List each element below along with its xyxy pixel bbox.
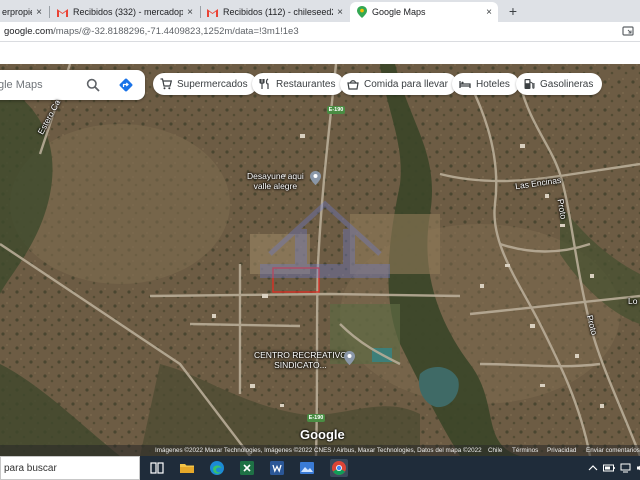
battery-icon[interactable] <box>603 463 615 473</box>
chip-label: Comida para llevar <box>364 78 448 90</box>
tab-label: Recibidos (112) - chileseed2020 <box>223 7 333 17</box>
gmail-icon <box>57 7 68 18</box>
taskbar-search-box[interactable]: para buscar <box>0 456 140 480</box>
photos-icon[interactable] <box>298 459 316 477</box>
address-bar[interactable]: google.com/maps/@-32.8188296,-71.4409823… <box>0 22 640 42</box>
search-icon[interactable] <box>86 78 100 92</box>
edge-icon[interactable] <box>208 459 226 477</box>
map-attribution-bar: Imágenes ©2022 Maxar Technologies, Imáge… <box>0 445 640 456</box>
word-icon[interactable] <box>268 459 286 477</box>
satellite-map[interactable]: gle Maps Supermercados Restaurantes Comi… <box>0 64 640 456</box>
place-pin-icon[interactable] <box>344 351 355 365</box>
chip-gasolineras[interactable]: Gasolineras <box>516 73 603 95</box>
imagery-attribution: Imágenes ©2022 Maxar Technologies, Imáge… <box>155 447 482 454</box>
network-icon[interactable] <box>620 463 631 473</box>
chip-restaurantes[interactable]: Restaurantes <box>252 73 345 95</box>
maps-search-box[interactable]: gle Maps <box>0 70 145 100</box>
country-link[interactable]: Chile <box>488 445 502 456</box>
chevron-up-icon[interactable] <box>588 463 598 473</box>
place-pin-icon[interactable] <box>310 171 321 185</box>
place-label-desayune[interactable]: Desayune aqui valle alegre <box>247 171 304 191</box>
road-shield: E-190 <box>327 106 345 114</box>
tab-label: erpropiec <box>2 7 32 17</box>
tab-gmail-erpropiec[interactable]: erpropiec × <box>0 2 48 22</box>
tab-close-icon[interactable]: × <box>36 7 42 18</box>
google-logo: Google <box>300 427 345 442</box>
chip-label: Hoteles <box>476 78 510 90</box>
volume-mute-icon[interactable] <box>636 463 640 473</box>
bed-icon <box>459 78 471 90</box>
tab-gmail-mercadopropie[interactable]: Recibidos (332) - mercadopropie × <box>51 2 199 22</box>
chrome-icon[interactable] <box>330 459 348 477</box>
tab-close-icon[interactable]: × <box>187 7 193 18</box>
search-input[interactable]: gle Maps <box>0 79 43 91</box>
google-maps-icon <box>356 6 367 18</box>
excel-icon[interactable] <box>238 459 256 477</box>
road-shield: E-190 <box>307 414 325 422</box>
bookmarks-bar <box>0 42 640 64</box>
tab-close-icon[interactable]: × <box>486 7 492 18</box>
place-label-centro-recreativo[interactable]: CENTRO RECREATIVO SINDICATO... <box>254 350 347 370</box>
chip-label: Gasolineras <box>540 78 594 90</box>
tab-label: Recibidos (332) - mercadopropie <box>73 7 184 17</box>
chip-supermercados[interactable]: Supermercados <box>153 73 257 95</box>
takeout-icon <box>347 78 359 90</box>
task-view-icon[interactable] <box>148 459 166 477</box>
gmail-icon <box>207 7 218 18</box>
directions-icon[interactable] <box>118 77 134 93</box>
tab-label: Google Maps <box>372 7 426 17</box>
browser-tab-strip: erpropiec × Recibidos (332) - mercadopro… <box>0 0 640 22</box>
new-tab-button[interactable]: + <box>505 3 521 19</box>
url-text[interactable]: google.com/maps/@-32.8188296,-71.4409823… <box>4 26 299 37</box>
chip-label: Supermercados <box>177 78 248 90</box>
url-path: /maps/@-32.8188296,-71.4409823,1252m/dat… <box>53 26 299 37</box>
privacy-link[interactable]: Privacidad <box>547 445 576 456</box>
chip-hoteles[interactable]: Hoteles <box>452 73 519 95</box>
watermark-logo <box>260 200 390 278</box>
road-label-right-edge: Lo <box>628 296 638 306</box>
windows-taskbar: para buscar <box>0 456 640 480</box>
fork-knife-icon <box>259 78 271 90</box>
chip-comida-para-llevar[interactable]: Comida para llevar <box>340 73 457 95</box>
tab-gmail-chileseed[interactable]: Recibidos (112) - chileseed2020 × <box>201 2 349 22</box>
system-tray <box>588 461 640 475</box>
url-host: google.com <box>4 26 54 37</box>
fuel-pump-icon <box>523 78 535 90</box>
taskbar-search-text: para buscar <box>4 463 57 474</box>
tab-google-maps[interactable]: Google Maps × <box>350 2 498 22</box>
cart-icon <box>160 78 172 90</box>
terms-link[interactable]: Términos <box>512 445 538 456</box>
feedback-link[interactable]: Enviar comentarios <box>586 445 640 456</box>
file-explorer-icon[interactable] <box>178 459 196 477</box>
tab-close-icon[interactable]: × <box>337 7 343 18</box>
open-in-app-icon[interactable] <box>622 25 634 37</box>
chip-label: Restaurantes <box>276 78 336 90</box>
